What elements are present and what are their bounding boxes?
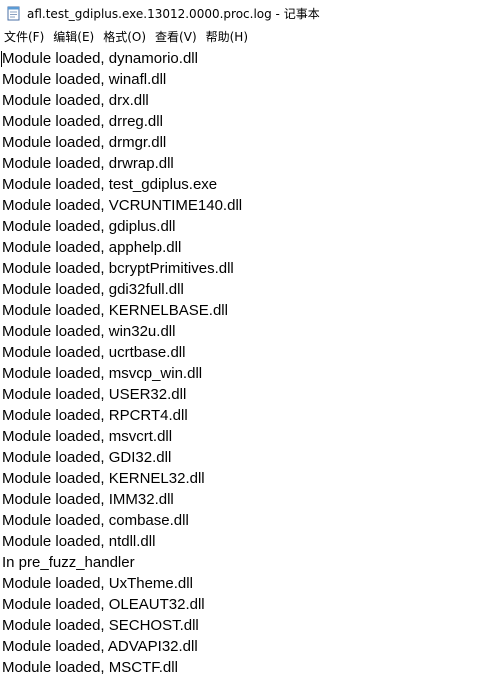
menu-view[interactable]: 查看(V) [153, 28, 204, 45]
text-line: Module loaded, winafl.dll [2, 71, 167, 88]
menu-help[interactable]: 帮助(H) [204, 28, 255, 45]
text-line: In pre_fuzz_handler [2, 554, 135, 571]
text-editor-area[interactable]: Module loaded, dynamorio.dll Module loade… [0, 47, 485, 678]
text-line: Module loaded, dynamorio.dll [2, 50, 198, 67]
text-line: Module loaded, USER32.dll [2, 386, 187, 403]
text-line: Module loaded, ADVAPI32.dll [2, 638, 198, 655]
text-line: Module loaded, drreg.dll [2, 113, 163, 130]
text-line: Module loaded, gdi32full.dll [2, 281, 184, 298]
text-line: Module loaded, OLEAUT32.dll [2, 596, 205, 613]
text-line: Module loaded, RPCRT4.dll [2, 407, 188, 424]
text-line: Module loaded, combase.dll [2, 512, 189, 529]
menu-format[interactable]: 格式(O) [101, 28, 153, 45]
text-line: Module loaded, test_gdiplus.exe [2, 176, 218, 193]
text-line: Module loaded, drmgr.dll [2, 134, 167, 151]
title-bar[interactable]: afl.test_gdiplus.exe.13012.0000.proc.log… [0, 0, 485, 26]
text-line: Module loaded, msvcp_win.dll [2, 365, 203, 382]
notepad-window: afl.test_gdiplus.exe.13012.0000.proc.log… [0, 0, 485, 678]
text-line: Module loaded, KERNELBASE.dll [2, 302, 228, 319]
menu-file[interactable]: 文件(F) [2, 28, 51, 45]
text-line: Module loaded, ntdll.dll [2, 533, 156, 550]
text-line: Module loaded, UxTheme.dll [2, 575, 193, 592]
text-line: Module loaded, GDI32.dll [2, 449, 172, 466]
text-line: Module loaded, bcryptPrimitives.dll [2, 260, 234, 277]
menu-edit[interactable]: 编辑(E) [51, 28, 101, 45]
text-line: Module loaded, VCRUNTIME140.dll [2, 197, 243, 214]
text-line: Module loaded, msvcrt.dll [2, 428, 173, 445]
notepad-icon [6, 6, 21, 21]
text-line: Module loaded, KERNEL32.dll [2, 470, 205, 487]
text-line: Module loaded, drx.dll [2, 92, 149, 109]
text-line: Module loaded, win32u.dll [2, 323, 176, 340]
text-line: Module loaded, apphelp.dll [2, 239, 182, 256]
text-line: Module loaded, ucrtbase.dll [2, 344, 186, 361]
text-line: Module loaded, drwrap.dll [2, 155, 174, 172]
text-line: Module loaded, gdiplus.dll [2, 218, 176, 235]
text-line: Module loaded, MSCTF.dll [2, 659, 178, 676]
text-line: Module loaded, IMM32.dll [2, 491, 174, 508]
window-title: afl.test_gdiplus.exe.13012.0000.proc.log… [27, 6, 320, 21]
text-line: Module loaded, SECHOST.dll [2, 617, 199, 634]
menu-bar: 文件(F) 编辑(E) 格式(O) 查看(V) 帮助(H) [0, 26, 485, 46]
